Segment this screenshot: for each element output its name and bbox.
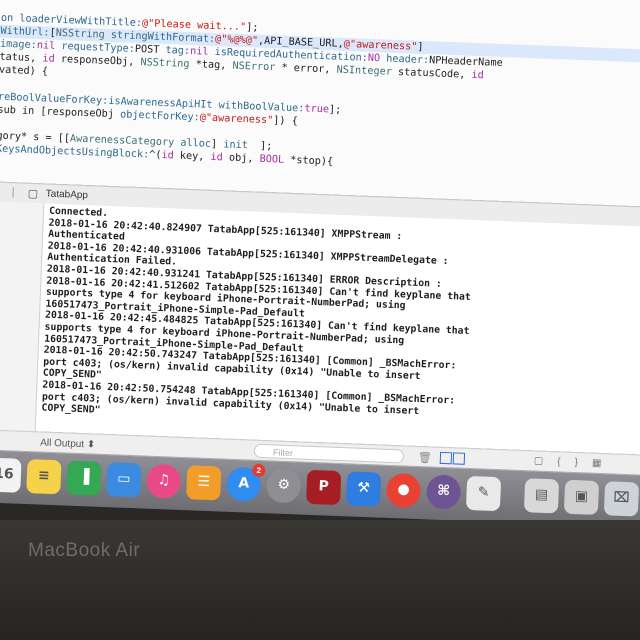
numbers-glyph: ▐ xyxy=(78,469,90,486)
github-desktop-glyph: ⌘ xyxy=(436,482,451,500)
chrome-glyph: ● xyxy=(397,481,411,498)
debug-console: Connected. 2018-01-16 20:42:40.824907 Tat… xyxy=(0,200,640,456)
trash-icon[interactable]: 🗑 xyxy=(418,451,432,465)
screenshot-glyph: ▣ xyxy=(574,488,589,505)
screenshot-icon[interactable]: ▣ xyxy=(563,479,600,515)
laptop-brand: MacBook Air xyxy=(28,540,141,561)
keynote-glyph: ▭ xyxy=(116,470,131,488)
divider: | xyxy=(11,186,15,199)
variables-pane[interactable] xyxy=(0,200,45,432)
github-desktop-icon[interactable]: ⌘ xyxy=(425,474,462,510)
target-label[interactable]: TatabApp xyxy=(46,189,89,202)
calendar-icon[interactable]: 16 xyxy=(0,457,22,493)
itunes-icon[interactable]: ♫ xyxy=(146,463,182,499)
keynote-icon[interactable]: ▭ xyxy=(106,462,142,498)
document-icon[interactable]: ▤ xyxy=(523,478,560,514)
pane-toggle-icons[interactable]: ▢{}▦ xyxy=(534,455,616,469)
document-glyph: ▤ xyxy=(534,486,549,504)
xcode-icon[interactable]: ⚒ xyxy=(346,471,382,507)
code-editor[interactable]: ality]) { on loaderViewWithTitle:@"Pleas… xyxy=(0,0,640,208)
system-preferences-glyph: ⚙ xyxy=(277,476,291,494)
console-output[interactable]: Connected. 2018-01-16 20:42:40.824907 Tat… xyxy=(41,206,640,438)
ibooks-icon[interactable]: ☰ xyxy=(186,465,222,501)
notes-icon[interactable]: ≡ xyxy=(26,459,62,495)
itunes-glyph: ♫ xyxy=(157,472,171,489)
ibooks-glyph: ☰ xyxy=(197,473,211,491)
paw-app-glyph: P xyxy=(318,478,330,495)
numbers-icon[interactable]: ▐ xyxy=(66,460,102,496)
app-target-icon: ▢ xyxy=(27,187,39,201)
trash-icon[interactable]: ⌧ xyxy=(603,481,640,517)
xcode-glyph: ⚒ xyxy=(357,479,371,497)
screen: ality]) { on loaderViewWithTitle:@"Pleas… xyxy=(0,0,640,557)
trash-glyph: ⌧ xyxy=(613,489,630,507)
app-store-glyph: A xyxy=(238,475,250,492)
textedit-icon[interactable]: ✎ xyxy=(465,475,502,512)
paw-app-icon[interactable]: P xyxy=(306,469,342,506)
app-store-icon[interactable]: A2 xyxy=(226,463,266,503)
notes-glyph: ≡ xyxy=(37,467,51,484)
textedit-glyph: ✎ xyxy=(477,484,490,501)
notification-badge: 2 xyxy=(252,463,266,478)
chrome-icon[interactable]: ● xyxy=(385,472,422,509)
system-preferences-icon[interactable]: ⚙ xyxy=(266,468,302,504)
split-view-icon[interactable] xyxy=(439,451,466,465)
calendar-glyph: 16 xyxy=(0,465,14,483)
laptop-bezel xyxy=(0,520,640,640)
output-selector[interactable]: All Output ⬍ xyxy=(40,438,95,451)
